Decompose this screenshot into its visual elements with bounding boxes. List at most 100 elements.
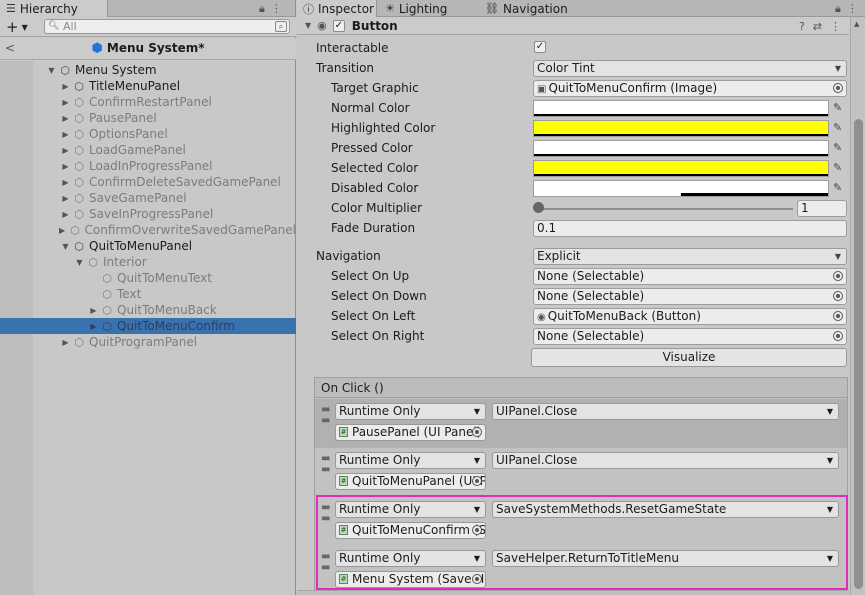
function-dropdown[interactable]: SaveHelper.ReturnToTitleMenu ▼ (492, 550, 839, 567)
select-on-up-field[interactable]: None (Selectable) (533, 268, 847, 285)
function-dropdown[interactable]: UIPanel.Close ▼ (492, 452, 839, 469)
kebab-menu-icon[interactable]: ⋮ (271, 2, 282, 15)
function-dropdown[interactable]: SaveSystemMethods.ResetGameState ▼ (492, 501, 839, 518)
color-swatch[interactable] (533, 160, 829, 177)
target-graphic-field[interactable]: ▣ QuitToMenuConfirm (Image) (533, 80, 847, 97)
fold-arrow-icon[interactable]: ▼ (74, 258, 85, 267)
select-on-left-field[interactable]: ◉ QuitToMenuBack (Button) (533, 308, 847, 325)
object-picker-icon[interactable] (833, 291, 843, 301)
navigation-dropdown[interactable]: Explicit ▼ (533, 248, 847, 265)
target-object-field[interactable]: # QuitToMenuConfirm (Save System Methods) (335, 522, 486, 539)
eyedropper-icon[interactable]: ✎ (833, 181, 842, 194)
hierarchy-item[interactable]: ▶ ⬡ OptionsPanel (0, 126, 296, 142)
eyedropper-icon[interactable]: ✎ (833, 161, 842, 174)
hierarchy-item[interactable]: ▶ ⬡ LoadInProgressPanel (0, 158, 296, 174)
interactable-checkbox[interactable]: ✓ (534, 41, 546, 53)
hierarchy-item[interactable]: ▶ ⬡ ConfirmOverwriteSavedGamePanel (0, 222, 296, 238)
hierarchy-search-input[interactable]: 🔍︎ All ⌕ (44, 19, 290, 34)
color-multiplier-slider-handle[interactable] (533, 202, 544, 213)
color-swatch[interactable] (533, 100, 829, 117)
eyedropper-icon[interactable]: ✎ (833, 101, 842, 114)
select-on-down-field[interactable]: None (Selectable) (533, 288, 847, 305)
object-picker-icon[interactable] (472, 476, 482, 486)
object-picker-icon[interactable] (472, 574, 482, 584)
tab-lighting[interactable]: ☀ Lighting (379, 0, 475, 17)
hierarchy-item[interactable]: ⬡ QuitToMenuText (0, 270, 296, 286)
fold-arrow-icon[interactable]: ▶ (60, 114, 71, 123)
target-object-field[interactable]: # Menu System (Save Helper) (335, 571, 486, 588)
hierarchy-item[interactable]: ▼ ⬡ Menu System (0, 62, 296, 78)
fold-arrow-icon[interactable]: ▶ (60, 82, 71, 91)
fold-arrow-icon[interactable]: ▶ (57, 226, 67, 235)
fold-arrow-icon[interactable]: ▶ (60, 130, 71, 139)
object-picker-icon[interactable] (472, 427, 482, 437)
hierarchy-item[interactable]: ▶ ⬡ SaveGamePanel (0, 190, 296, 206)
scrollbar-thumb[interactable] (854, 119, 863, 589)
fold-arrow-icon[interactable]: ▶ (60, 178, 71, 187)
tab-inspector[interactable]: ⓘ Inspector (297, 0, 377, 17)
select-on-right-field[interactable]: None (Selectable) (533, 328, 847, 345)
runtime-dropdown[interactable]: Runtime Only ▼ (335, 501, 486, 518)
lock-icon[interactable]: 🔒︎ (259, 2, 265, 16)
create-button[interactable]: + ▼ (6, 17, 28, 37)
hierarchy-item[interactable]: ▶ ⬡ SaveInProgressPanel (0, 206, 296, 222)
object-picker-icon[interactable] (833, 331, 843, 341)
help-icon[interactable]: ? (799, 20, 805, 33)
object-picker-icon[interactable] (472, 525, 482, 535)
button-component-header[interactable]: ▼ ◉ ✓ Button ? ⇄ ⋮ (297, 17, 849, 35)
fold-arrow-icon[interactable]: ▶ (60, 338, 71, 347)
fold-arrow-icon[interactable]: ▶ (60, 98, 71, 107)
drag-handle-icon[interactable]: ▬ ▬ (321, 551, 331, 573)
hierarchy-item[interactable]: ▶ ⬡ TitleMenuPanel (0, 78, 296, 94)
object-picker-icon[interactable] (833, 271, 843, 281)
hierarchy-item[interactable]: ▼ ⬡ Interior (0, 254, 296, 270)
fold-arrow-icon[interactable]: ▶ (60, 210, 71, 219)
fold-arrow-icon[interactable]: ▶ (60, 194, 71, 203)
hierarchy-item[interactable]: ▶ ⬡ ConfirmRestartPanel (0, 94, 296, 110)
tab-navigation[interactable]: ⛓ Navigation (479, 0, 579, 17)
fold-arrow-icon[interactable]: ▶ (60, 162, 71, 171)
eyedropper-icon[interactable]: ✎ (833, 141, 842, 154)
kebab-menu-icon[interactable]: ⋮ (847, 2, 858, 15)
fade-duration-input[interactable]: 0.1 (533, 220, 847, 237)
inspector-scrollbar[interactable]: ▲ (850, 17, 865, 595)
component-enabled-checkbox[interactable]: ✓ (332, 19, 345, 32)
color-swatch[interactable] (533, 120, 829, 137)
hierarchy-item[interactable]: ▶ ⬡ QuitToMenuConfirm (0, 318, 296, 334)
eyedropper-icon[interactable]: ✎ (833, 121, 842, 134)
kebab-menu-icon[interactable]: ⋮ (830, 20, 841, 33)
color-multiplier-input[interactable]: 1 (797, 200, 847, 217)
hierarchy-item[interactable]: ▶ ⬡ PausePanel (0, 110, 296, 126)
drag-handle-icon[interactable]: ▬ ▬ (321, 502, 331, 524)
hierarchy-item[interactable]: ▼ ⬡ QuitToMenuPanel (0, 238, 296, 254)
function-dropdown[interactable]: UIPanel.Close ▼ (492, 403, 839, 420)
hierarchy-item[interactable]: ▶ ⬡ QuitProgramPanel (0, 334, 296, 350)
lock-icon[interactable]: 🔒︎ (835, 2, 841, 16)
fold-arrow-icon[interactable]: ▶ (88, 306, 99, 315)
runtime-dropdown[interactable]: Runtime Only ▼ (335, 550, 486, 567)
presets-icon[interactable]: ⇄ (813, 20, 822, 33)
fold-arrow-icon[interactable]: ▶ (60, 146, 71, 155)
fold-arrow-icon[interactable]: ▶ (88, 322, 99, 331)
visualize-button[interactable]: Visualize (531, 348, 847, 367)
target-object-field[interactable]: # PausePanel (UI Panel) (335, 424, 486, 441)
hierarchy-item[interactable]: ▶ ⬡ QuitToMenuBack (0, 302, 296, 318)
fold-arrow-icon[interactable]: ▼ (46, 66, 57, 75)
object-picker-icon[interactable] (833, 83, 843, 93)
color-multiplier-slider-track[interactable] (537, 208, 793, 210)
object-picker-icon[interactable] (833, 311, 843, 321)
fold-arrow-icon[interactable]: ▼ (305, 21, 311, 30)
color-swatch[interactable] (533, 140, 829, 157)
runtime-dropdown[interactable]: Runtime Only ▼ (335, 452, 486, 469)
hierarchy-item[interactable]: ▶ ⬡ ConfirmDeleteSavedGamePanel (0, 174, 296, 190)
color-swatch[interactable] (533, 180, 829, 197)
scroll-up-icon[interactable]: ▲ (854, 20, 859, 28)
target-object-field[interactable]: # QuitToMenuPanel (UI Panel) (335, 473, 486, 490)
tab-hierarchy[interactable]: ☰ Hierarchy (0, 0, 108, 17)
hierarchy-item[interactable]: ⬡ Text (0, 286, 296, 302)
fold-arrow-icon[interactable]: ▼ (60, 242, 71, 251)
search-filter-icon[interactable]: ⌕ (275, 21, 287, 32)
drag-handle-icon[interactable]: ▬ ▬ (321, 453, 331, 475)
transition-dropdown[interactable]: Color Tint ▼ (533, 60, 847, 77)
hierarchy-item[interactable]: ▶ ⬡ LoadGamePanel (0, 142, 296, 158)
